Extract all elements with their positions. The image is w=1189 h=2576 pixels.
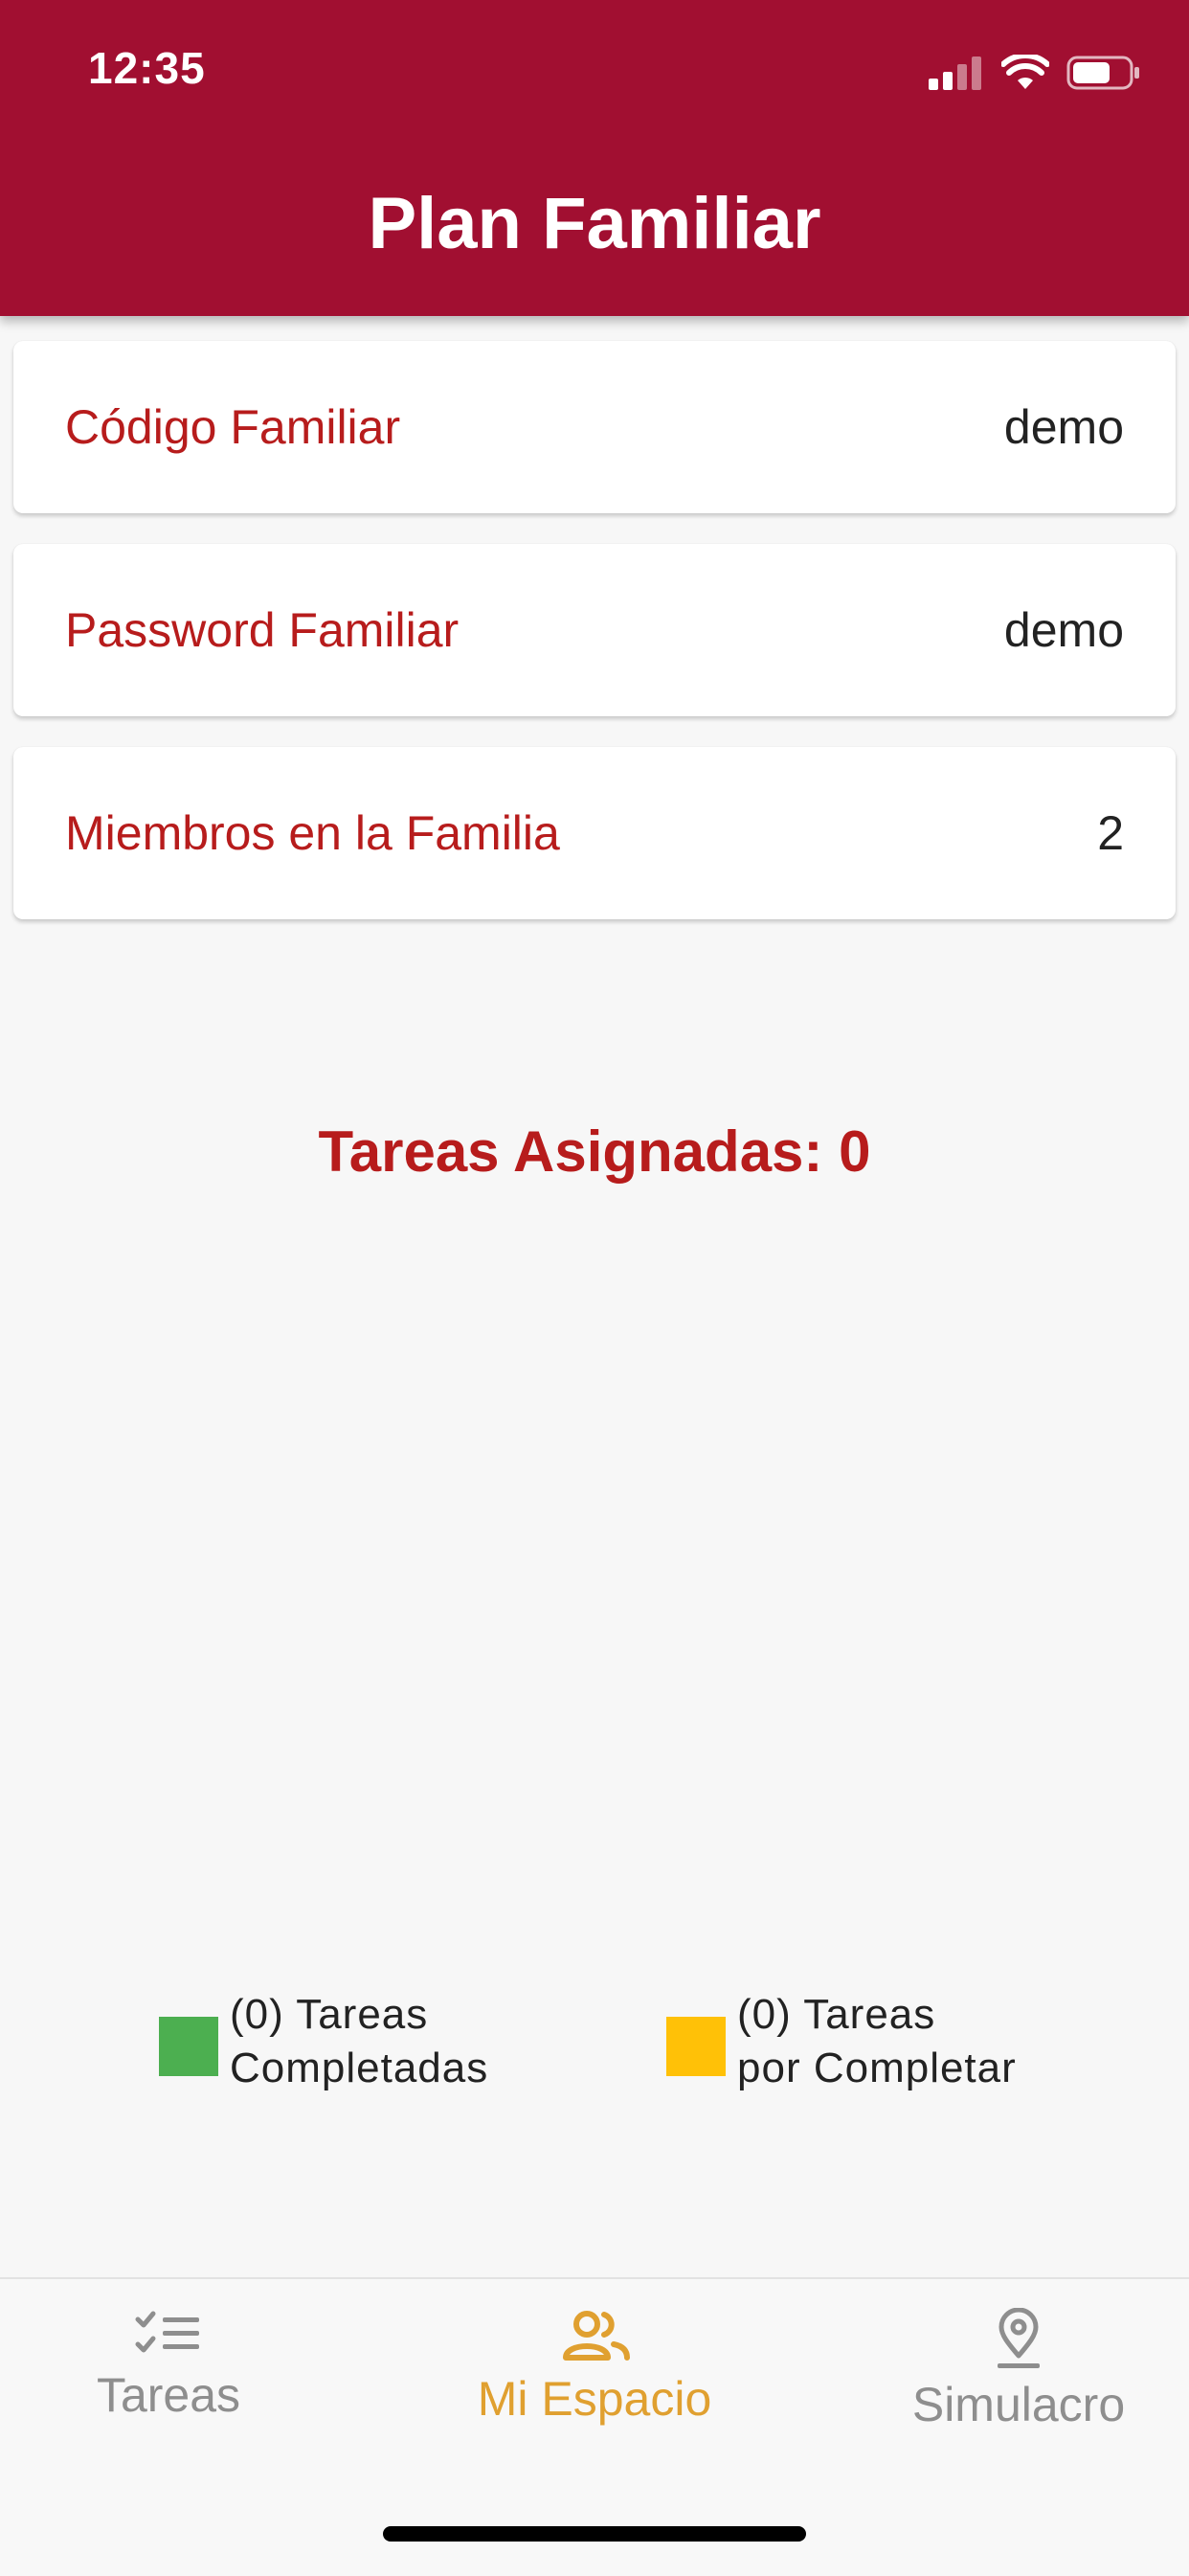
- assigned-tasks-title: Tareas Asignadas: 0: [318, 1119, 871, 1184]
- status-time: 12:35: [88, 43, 206, 93]
- home-indicator: [383, 2526, 806, 2542]
- legend-pending-line1: (0) Tareas: [737, 1991, 936, 2038]
- nav-tareas[interactable]: Tareas: [25, 2308, 312, 2423]
- legend-completed-line2: Completadas: [230, 2045, 489, 2091]
- nav-tareas-label: Tareas: [96, 2368, 241, 2422]
- battery-icon: [1066, 56, 1139, 90]
- family-code-label: Código Familiar: [65, 400, 401, 454]
- legend-completed: (0) Tareas Completadas: [159, 1988, 488, 2095]
- people-icon: [563, 2311, 630, 2361]
- nav-simulacro[interactable]: Simulacro: [875, 2308, 1162, 2432]
- family-members-value: 2: [1097, 806, 1124, 860]
- family-password-label: Password Familiar: [65, 603, 460, 657]
- wifi-icon: [1001, 55, 1049, 89]
- family-password-card: Password Familiar demo: [13, 544, 1176, 716]
- nav-simulacro-label: Simulacro: [911, 2378, 1126, 2431]
- legend-pending-line2: por Completar: [737, 2045, 1017, 2091]
- legend-pending-swatch: [666, 2017, 726, 2076]
- legend-pending: (0) Tareas por Completar: [666, 1988, 1017, 2095]
- family-code-value: demo: [1003, 400, 1124, 454]
- task-list-icon: [135, 2311, 199, 2353]
- legend-completed-swatch: [159, 2017, 218, 2076]
- nav-mi-espacio[interactable]: Mi Espacio: [451, 2308, 738, 2427]
- app-header: 12:35 Plan Familiar: [0, 0, 1189, 316]
- nav-mi-espacio-label: Mi Espacio: [477, 2372, 712, 2426]
- cellular-signal-icon: [929, 56, 981, 90]
- family-members-label: Miembros en la Familia: [65, 806, 560, 860]
- family-password-value: demo: [1003, 603, 1124, 657]
- family-members-card: Miembros en la Familia 2: [13, 747, 1176, 919]
- page-title: Plan Familiar: [368, 183, 821, 264]
- legend-completed-line1: (0) Tareas: [230, 1991, 429, 2038]
- status-icons: [929, 48, 1141, 98]
- family-code-card: Código Familiar demo: [13, 341, 1176, 513]
- location-pin-icon: [998, 2308, 1040, 2368]
